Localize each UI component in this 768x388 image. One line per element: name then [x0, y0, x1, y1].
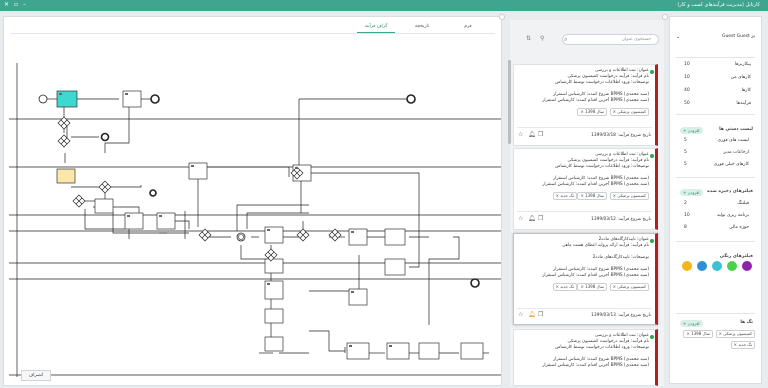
- list-item[interactable]: فیلتنگ 2: [684, 201, 749, 210]
- tag-chip[interactable]: × کمیسیون پزشکی: [609, 283, 649, 291]
- tag-chip[interactable]: × سال 1398: [683, 330, 713, 338]
- card-divider: [517, 127, 652, 128]
- bell-icon[interactable]: 🔔︎: [528, 311, 536, 318]
- tab-form[interactable]: فرم: [445, 21, 491, 33]
- tab-bar: گراف فرآیند تاریخچه فرم: [353, 21, 491, 33]
- color-swatch[interactable]: [712, 261, 722, 271]
- divider: [676, 57, 755, 58]
- card-divider: [517, 308, 652, 309]
- chevron-down-icon[interactable]: ⌄: [676, 34, 680, 40]
- cancel-button[interactable]: انصراف: [21, 370, 51, 381]
- filter-panel: Guest Guest پژ ⌄ پیکاربرها 10 کارهای من …: [669, 16, 762, 384]
- copy-icon[interactable]: ❐: [538, 215, 543, 222]
- color-swatch[interactable]: [697, 261, 707, 271]
- card-process: نام فرآیند: فرآیند ارائه پروانه اعطای هش…: [562, 243, 649, 248]
- section-title: فیلترهای ذخیره شده: [707, 189, 753, 194]
- bpmn-diagram[interactable]: [9, 63, 501, 377]
- star-icon[interactable]: ☆: [518, 215, 523, 222]
- divider: [676, 313, 755, 314]
- divider: [676, 241, 755, 242]
- user-name: Guest Guest پژ: [721, 34, 755, 39]
- task-list-panel: جستجوی عنوان ⌕ ⚲ ⇅ عنوان: ثبت اطلاعات و …: [510, 20, 664, 386]
- sort-icon[interactable]: ⇅: [526, 35, 531, 42]
- task-card[interactable]: عنوان: ثبت اطلاعات و بررسی نام فرآیند: ف…: [513, 148, 658, 230]
- card-last-actor: آخرین اقدام کننده: کارشناس استقرار BPMS …: [542, 98, 649, 103]
- tab-history[interactable]: تاریخچه: [399, 21, 445, 33]
- filter-icon[interactable]: ⚲: [540, 35, 544, 42]
- card-date: تاریخ شروع فرآیند: 1399/03/18: [591, 133, 651, 138]
- add-button[interactable]: + افزودن: [680, 189, 703, 196]
- bell-icon[interactable]: 🔔︎: [528, 215, 536, 222]
- status-dot: [650, 154, 654, 158]
- card-date: تاریخ شروع فرآیند: 1399/03/13: [591, 313, 651, 318]
- stat-row[interactable]: پیکاربرها 10: [684, 62, 751, 72]
- task-card[interactable]: عنوان: ثبت اطلاعات و بررسی نام فرآیند: ف…: [513, 64, 658, 146]
- divider: [676, 177, 755, 178]
- card-last-actor: آخرین اقدام کننده: کارشناس استقرار BPMS …: [542, 273, 649, 278]
- search-icon[interactable]: ⌕: [564, 36, 567, 44]
- tag-chip[interactable]: × سال 1398: [577, 283, 607, 291]
- card-description: توضیحات: ورود اطلاعات درخواست توسط کارشن…: [555, 80, 649, 85]
- status-dot: [650, 335, 654, 339]
- maximize-icon[interactable]: ▫: [14, 1, 18, 8]
- card-last-actor: آخرین اقدام کننده: کارشناس استقرار BPMS …: [542, 182, 649, 187]
- add-button[interactable]: + افزودن: [680, 127, 703, 134]
- divider: [676, 114, 755, 115]
- tag-chip[interactable]: × تگ جدید: [552, 283, 577, 291]
- list-item[interactable]: حوزه مالی 8: [684, 225, 749, 234]
- status-dot: [650, 70, 654, 74]
- tag-chip[interactable]: × کمیسیون پزشکی: [609, 192, 649, 200]
- section-title: فیلترهای رنگی: [719, 254, 753, 259]
- close-icon[interactable]: ✕: [4, 1, 9, 8]
- list-item[interactable]: برنامه ریزی تولید 10: [684, 213, 749, 222]
- tag-chip[interactable]: × تگ جدید: [552, 192, 577, 200]
- user-menu[interactable]: Guest Guest پژ ⌄: [676, 34, 755, 46]
- list-item[interactable]: لیست های فوری 5: [684, 138, 749, 147]
- stat-row[interactable]: کارهای من 10: [684, 75, 751, 85]
- stat-row[interactable]: کارها 40: [684, 88, 751, 98]
- section-title: لیست دستی ها: [719, 127, 753, 132]
- list-scrollbar[interactable]: [508, 60, 511, 144]
- section-title: تگ ها: [740, 320, 753, 325]
- list-item[interactable]: ارجاعات مدیر 5: [684, 150, 749, 159]
- add-button[interactable]: + افزودن: [680, 320, 703, 327]
- tag-chip[interactable]: × سال 1398: [577, 192, 607, 200]
- card-last-actor: آخرین اقدام کننده: کارشناس استقرار BPMS …: [542, 363, 649, 368]
- bell-icon[interactable]: 🔔︎: [528, 131, 536, 138]
- list-item[interactable]: کارهای خیلی فوری 5: [684, 162, 749, 171]
- card-description: توضیحات: ورود اطلاعات درخواست توسط کارشن…: [555, 345, 649, 350]
- tag-chip[interactable]: × تگ جدید: [730, 341, 755, 349]
- tab-divider: [10, 33, 495, 34]
- card-date: تاریخ شروع فرآیند: 1399/03/12: [591, 217, 651, 222]
- search-input[interactable]: جستجوی عنوان: [562, 34, 659, 45]
- tag-chip[interactable]: × کمیسیون پزشکی: [715, 330, 755, 338]
- window-title: کارتابل (مدیریت فرآیندهای کسب و کار): [677, 2, 760, 8]
- tag-chip[interactable]: × کمیسیون پزشکی: [609, 108, 649, 116]
- copy-icon[interactable]: ❐: [538, 131, 543, 138]
- process-graph-panel: گراف فرآیند تاریخچه فرم انصراف: [3, 16, 502, 386]
- task-card[interactable]: عنوان: ثبت اطلاعات و بررسی نام فرآیند: ف…: [513, 329, 658, 386]
- color-filters: [682, 261, 752, 271]
- copy-icon[interactable]: ❐: [538, 311, 543, 318]
- stat-row[interactable]: فرآیندها 50: [684, 101, 751, 111]
- color-swatch[interactable]: [682, 261, 692, 271]
- color-swatch[interactable]: [742, 261, 752, 271]
- panel-resize-handle[interactable]: [499, 14, 505, 20]
- card-description: توضیحات: ورود اطلاعات درخواست توسط کارشن…: [555, 164, 649, 169]
- card-divider: [517, 211, 652, 212]
- status-dot: [650, 239, 654, 243]
- tab-process-graph[interactable]: گراف فرآیند: [353, 21, 399, 33]
- panel-resize-handle[interactable]: [662, 14, 668, 20]
- window-controls: ✕ ▫ –: [4, 1, 26, 8]
- title-bar: ✕ ▫ – کارتابل (مدیریت فرآیندهای کسب و کا…: [0, 0, 768, 11]
- task-card-selected[interactable]: عنوان: تاییدکارگاه‌های ماده2 نام فرآیند:…: [513, 233, 658, 325]
- minimize-icon[interactable]: –: [23, 1, 26, 8]
- bpmn-svg: [9, 63, 501, 377]
- color-swatch[interactable]: [727, 261, 737, 271]
- star-icon[interactable]: ☆: [518, 311, 523, 318]
- tag-chip[interactable]: × سال 1398: [577, 108, 607, 116]
- star-icon[interactable]: ☆: [518, 131, 523, 138]
- card-description: توضیحات: تاییدکارگاه‌های ماده2: [592, 255, 649, 260]
